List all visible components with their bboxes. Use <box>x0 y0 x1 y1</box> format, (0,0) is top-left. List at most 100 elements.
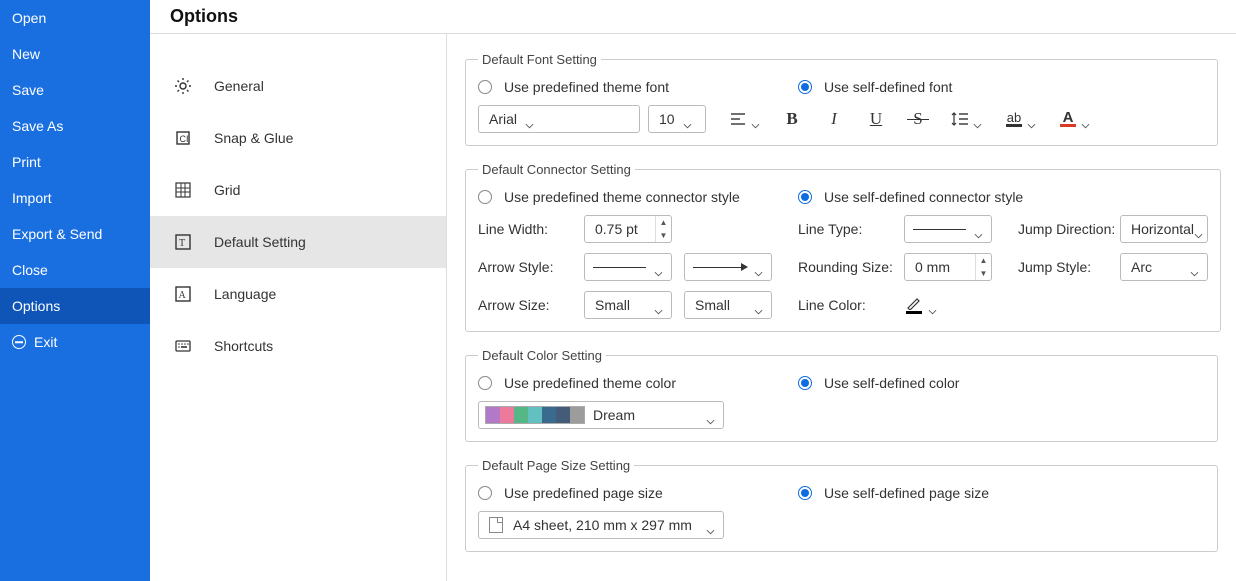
exit-icon <box>12 335 26 349</box>
label: Save <box>12 82 44 98</box>
spinner-down-icon[interactable]: ▼ <box>976 267 991 280</box>
tab-general[interactable]: General <box>150 60 446 112</box>
label: Exit <box>34 334 57 350</box>
font-color-button[interactable]: A <box>1058 109 1090 129</box>
label: Print <box>12 154 41 170</box>
svg-text:CI: CI <box>180 134 189 144</box>
rounding-size-input[interactable]: 0 mm ▲ ▼ <box>904 253 992 281</box>
file-menu-item-save-as[interactable]: Save As <box>0 108 150 144</box>
highlight-icon: ab <box>1004 109 1024 129</box>
line-color-button[interactable] <box>904 296 937 314</box>
radio-predefined-page-size[interactable]: Use predefined page size <box>478 485 798 501</box>
options-window: OpenNew Save Save As Print Import Export & Se… <box>0 0 1236 581</box>
value: Dream <box>593 407 635 423</box>
jump-style-select[interactable]: Arc <box>1120 253 1208 281</box>
arrow-style-label: Arrow Style: <box>478 259 584 275</box>
radio-self-defined-font[interactable]: Use self-defined font <box>798 79 952 95</box>
arrow-size-begin-select[interactable]: Small <box>584 291 672 319</box>
value: Arial <box>489 111 517 127</box>
line-width-label: Line Width: <box>478 221 584 237</box>
spinner-up-icon[interactable]: ▲ <box>656 216 671 229</box>
content-area: General CI Snap & Glue GridTDefault Setting… <box>150 34 1236 581</box>
label: Use predefined page size <box>504 485 663 501</box>
file-menu-item-print[interactable]: Print <box>0 144 150 180</box>
line-width-input[interactable]: 0.75 pt ▲ ▼ <box>584 215 672 243</box>
label: Language <box>214 286 276 302</box>
line-type-select[interactable] <box>904 215 992 243</box>
rounding-size-label: Rounding Size: <box>798 259 904 275</box>
line-spacing-button[interactable] <box>950 109 982 129</box>
chevron-down-icon <box>974 226 983 232</box>
shortcuts-icon <box>174 337 192 355</box>
chevron-down-icon <box>525 116 534 122</box>
default-page-size-setting-group: Default Page Size Setting Use predefined… <box>465 458 1218 552</box>
tab-snap-glue[interactable]: CI Snap & Glue <box>150 112 446 164</box>
jump-direction-select[interactable]: Horizontal <box>1120 215 1208 243</box>
font-name-select[interactable]: Arial <box>478 105 640 133</box>
chevron-down-icon <box>654 302 663 308</box>
default-font-setting-group: Default Font Setting Use predefined them… <box>465 52 1218 146</box>
main-area: Options GeneralCISnap & GlueGridTDefault… <box>150 0 1236 581</box>
arrow-style-begin-select[interactable] <box>584 253 672 281</box>
radio-self-defined-connector[interactable]: Use self-defined connector style <box>798 189 1023 205</box>
value: Arc <box>1131 259 1152 275</box>
group-legend-page: Default Page Size Setting <box>478 458 634 473</box>
spinner-down-icon[interactable]: ▼ <box>656 229 671 242</box>
arrow-line-icon <box>693 267 746 268</box>
italic-button[interactable]: I <box>824 109 844 129</box>
underline-button[interactable]: U <box>866 109 886 129</box>
file-menu-item-open[interactable]: Open <box>0 0 150 36</box>
chevron-down-icon <box>928 302 937 308</box>
file-menu-item-options[interactable]: Options <box>0 288 150 324</box>
tab-grid[interactable]: Grid <box>150 164 446 216</box>
radio-self-defined-color[interactable]: Use self-defined color <box>798 375 959 391</box>
value: Small <box>695 297 730 313</box>
color-theme-select[interactable]: Dream <box>478 401 724 429</box>
radio-predefined-theme-font[interactable]: Use predefined theme font <box>478 79 798 95</box>
group-legend-color: Default Color Setting <box>478 348 606 363</box>
line-icon <box>593 267 646 268</box>
jump-style-label: Jump Style: <box>1018 259 1120 275</box>
radio-predefined-connector[interactable]: Use predefined theme connector style <box>478 189 798 205</box>
label: Options <box>12 298 60 314</box>
line-spacing-icon <box>950 109 970 129</box>
label: Close <box>12 262 48 278</box>
label: Use self-defined connector style <box>824 189 1023 205</box>
chevron-down-icon <box>751 116 760 122</box>
tab-default-setting[interactable]: TDefault Setting <box>150 216 446 268</box>
tab-shortcuts[interactable]: Shortcuts <box>150 320 446 372</box>
file-menu-item-save[interactable]: Save <box>0 72 150 108</box>
text-align-button[interactable] <box>728 109 760 129</box>
file-menu-item-close[interactable]: Close <box>0 252 150 288</box>
radio-self-defined-page-size[interactable]: Use self-defined page size <box>798 485 989 501</box>
file-menu-item-export-send[interactable]: Export & Send <box>0 216 150 252</box>
page-size-select[interactable]: A4 sheet, 210 mm x 297 mm <box>478 511 724 539</box>
arrow-style-end-select[interactable] <box>684 253 772 281</box>
file-menu-item-new[interactable]: New <box>0 36 150 72</box>
chevron-down-icon <box>706 522 715 528</box>
label: Use self-defined page size <box>824 485 989 501</box>
arrow-size-end-select[interactable]: Small <box>684 291 772 319</box>
font-size-select[interactable]: 10 <box>648 105 706 133</box>
chevron-down-icon <box>683 116 692 122</box>
label: General <box>214 78 264 94</box>
spinner-up-icon[interactable]: ▲ <box>976 254 991 267</box>
tab-language[interactable]: ALanguage <box>150 268 446 320</box>
file-menu-sidebar: OpenNew Save Save As Print Import Export & Se… <box>0 0 150 581</box>
value: A4 sheet, 210 mm x 297 mm <box>513 517 692 533</box>
group-legend-connector: Default Connector Setting <box>478 162 635 177</box>
file-menu-item-import[interactable]: Import <box>0 180 150 216</box>
label: Import <box>12 190 52 206</box>
radio-predefined-color[interactable]: Use predefined theme color <box>478 375 798 391</box>
label: Save As <box>12 118 63 134</box>
bold-button[interactable]: B <box>782 109 802 129</box>
strikethrough-button[interactable]: S <box>908 109 928 129</box>
chevron-down-icon <box>1027 116 1036 122</box>
label: Snap & Glue <box>214 130 293 146</box>
label: Use predefined theme color <box>504 375 676 391</box>
value: 0 mm <box>915 259 950 275</box>
value: 10 <box>659 111 675 127</box>
label: Shortcuts <box>214 338 273 354</box>
highlight-color-button[interactable]: ab <box>1004 109 1036 129</box>
file-menu-item-exit[interactable]: Exit <box>0 324 150 360</box>
